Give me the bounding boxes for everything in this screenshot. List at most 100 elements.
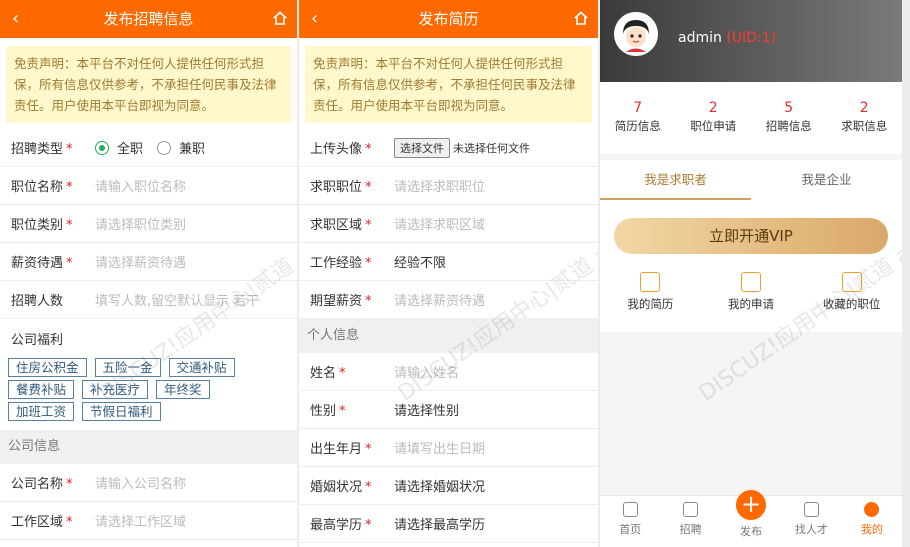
stat-resume[interactable]: 7 简历信息: [600, 82, 676, 154]
marital-select[interactable]: 请选择婚姻状况: [394, 476, 485, 495]
home-icon[interactable]: [273, 11, 287, 25]
home-icon[interactable]: [574, 11, 588, 25]
disclaimer: 免责声明：本平台不对任何人提供任何形式担保，所有信息仅供参考，不承担任何民事及法…: [6, 46, 291, 123]
tabbar-recruit[interactable]: 招聘: [660, 496, 720, 547]
home-icon: [622, 502, 638, 517]
page-title: 发布招聘信息: [103, 10, 194, 28]
job-category-select[interactable]: 请选择职位类别: [95, 214, 186, 233]
birth-input[interactable]: 请填写出生日期: [394, 438, 485, 457]
work-area-row[interactable]: 工作区域 * 请选择工作区域: [0, 502, 297, 540]
file-status: 未选择任何文件: [453, 141, 530, 155]
marital-row[interactable]: 婚姻状况 * 请选择婚姻状况: [299, 467, 598, 505]
welfare-tag[interactable]: 补充医疗: [82, 380, 149, 399]
field-label: 姓名: [310, 366, 337, 381]
welfare-tag[interactable]: 住房公积金: [8, 358, 87, 377]
headcount-input[interactable]: 填写人数,留空默认显示 若干: [95, 290, 259, 309]
radio-parttime[interactable]: 兼职: [157, 138, 205, 157]
job-area-select[interactable]: 请选择求职区域: [394, 214, 485, 233]
stat-jobseek[interactable]: 2 求职信息: [827, 82, 903, 154]
field-label: 求职区域: [310, 218, 363, 233]
field-label: 薪资待遇: [11, 256, 64, 271]
welfare-tag[interactable]: 加班工资: [8, 402, 75, 421]
field-label: 最高学历: [310, 518, 363, 533]
resume-icon: [640, 272, 661, 292]
job-area-row[interactable]: 求职区域 * 请选择求职区域: [299, 205, 598, 243]
section-header: 个人信息: [299, 319, 598, 353]
user-id: (UID:1): [726, 30, 777, 46]
job-position-select[interactable]: 请选择求职职位: [394, 176, 485, 195]
welfare-tag[interactable]: 年终奖: [156, 380, 210, 399]
welfare-row: 公司福利: [0, 319, 297, 357]
page-title: 发布简历: [418, 10, 479, 28]
experience-select[interactable]: 经验不限: [394, 252, 446, 271]
welfare-tag[interactable]: 五险一金: [94, 358, 161, 377]
quick-links: 我的简历 我的申请 收藏的职位: [600, 262, 902, 332]
user-icon: [864, 502, 880, 517]
radio-fulltime[interactable]: 全职: [95, 138, 143, 157]
company-name-input[interactable]: 请输入公司名称: [95, 473, 186, 492]
stat-recruit[interactable]: 5 招聘信息: [751, 82, 827, 154]
tabbar-talent[interactable]: 找人才: [781, 496, 841, 547]
plus-icon: +: [736, 490, 767, 520]
education-select[interactable]: 请选择最高学历: [394, 514, 485, 533]
headcount-row[interactable]: 招聘人数 填写人数,留空默认显示 若干: [0, 281, 297, 319]
back-icon[interactable]: ‹: [12, 0, 19, 38]
birth-row[interactable]: 出生年月 * 请填写出生日期: [299, 429, 598, 467]
username: admin (UID:1): [678, 30, 777, 46]
salary-select[interactable]: 请选择薪资待遇: [95, 252, 186, 271]
welfare-tag[interactable]: 餐费补贴: [8, 380, 75, 399]
field-label: 公司名称: [11, 477, 64, 492]
avatar[interactable]: [614, 12, 658, 56]
back-icon[interactable]: ‹: [311, 0, 318, 38]
my-resume-link[interactable]: 我的简历: [600, 272, 701, 332]
wallet-icon: [841, 272, 862, 292]
job-name-row[interactable]: 职位名称 * 请输入职位名称: [0, 167, 297, 205]
salary-row[interactable]: 薪资待遇 * 请选择薪资待遇: [0, 243, 297, 281]
welfare-tag[interactable]: 交通补贴: [168, 358, 235, 377]
my-center-panel: admin (UID:1) 7 简历信息 2 职位申请 5 招聘信息 2 求职信息 我是…: [600, 0, 902, 547]
field-label: 招聘类型: [11, 142, 64, 157]
job-category-row[interactable]: 职位类别 * 请选择职位类别: [0, 205, 297, 243]
field-label: 招聘人数: [11, 294, 64, 309]
my-applications-link[interactable]: 我的申请: [701, 272, 802, 332]
tabbar-home[interactable]: 首页: [600, 496, 660, 547]
disclaimer: 免责声明：本平台不对任何人提供任何形式担保，所有信息仅供参考，不承担任何民事及法…: [305, 46, 592, 123]
open-vip-button[interactable]: 立即开通VIP: [614, 218, 888, 254]
field-label: 性别: [310, 404, 337, 419]
work-area-select[interactable]: 请选择工作区域: [95, 511, 186, 530]
education-row[interactable]: 最高学历 * 请选择最高学历: [299, 505, 598, 543]
name-input[interactable]: 请输入姓名: [394, 362, 459, 381]
expected-salary-row[interactable]: 期望薪资 * 请选择薪资待遇: [299, 281, 598, 319]
company-name-row[interactable]: 公司名称 * 请输入公司名称: [0, 464, 297, 502]
avatar-face-icon: [614, 12, 658, 56]
application-icon: [741, 272, 761, 292]
experience-row[interactable]: 工作经验 * 经验不限: [299, 243, 598, 281]
avatar-upload-row: 上传头像 * 选择文件 未选择任何文件: [299, 129, 598, 167]
talent-icon: [803, 502, 819, 517]
edit-icon: [683, 502, 699, 517]
name-row[interactable]: 姓名 * 请输入姓名: [299, 353, 598, 391]
tabbar-post[interactable]: + 发布: [721, 490, 781, 547]
job-type-row: 招聘类型 * 全职 兼职: [0, 129, 297, 167]
header: ‹ 发布招聘信息: [0, 0, 297, 38]
welfare-tag[interactable]: 节假日福利: [82, 402, 161, 421]
favorite-jobs-link[interactable]: 收藏的职位: [801, 272, 902, 332]
field-label: 婚姻状况: [310, 480, 363, 495]
tab-jobseeker[interactable]: 我是求职者: [600, 160, 751, 200]
bottom-tabbar: 首页 招聘 + 发布 找人才 我的: [600, 490, 902, 547]
tab-company[interactable]: 我是企业: [751, 160, 902, 200]
job-position-row[interactable]: 求职职位 * 请选择求职职位: [299, 167, 598, 205]
job-name-input[interactable]: 请输入职位名称: [95, 176, 186, 195]
field-label: 公司福利: [11, 332, 64, 348]
gender-select[interactable]: 请选择性别: [394, 400, 459, 419]
choose-file-button[interactable]: 选择文件: [394, 137, 450, 158]
tabbar-mine[interactable]: 我的: [842, 496, 902, 547]
radio-unchecked-icon: [157, 140, 172, 155]
header: ‹ 发布简历: [299, 0, 598, 38]
stat-applications[interactable]: 2 职位申请: [676, 82, 752, 154]
field-label: 求职职位: [310, 180, 363, 195]
required-mark: *: [66, 142, 73, 157]
expected-salary-select[interactable]: 请选择薪资待遇: [394, 290, 485, 309]
stats-bar: 7 简历信息 2 职位申请 5 招聘信息 2 求职信息: [600, 82, 902, 154]
gender-row[interactable]: 性别 * 请选择性别: [299, 391, 598, 429]
